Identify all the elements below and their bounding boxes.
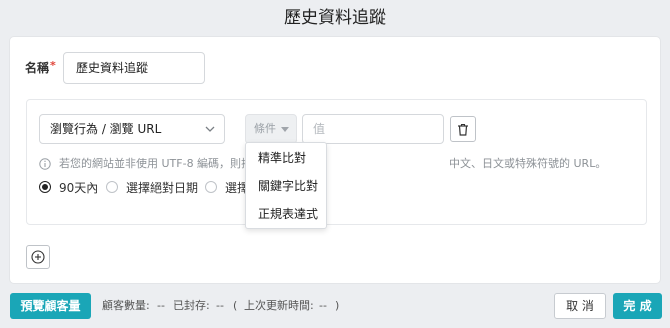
done-button[interactable]: 完 成 (613, 293, 662, 319)
sealed-value: -- (216, 299, 224, 312)
condition-type-select[interactable]: 瀏覽行為 / 瀏覽 URL (39, 114, 225, 144)
plus-circle-icon (31, 250, 45, 264)
radio-button[interactable] (205, 181, 217, 193)
trash-icon (458, 123, 468, 136)
condition-value-input[interactable]: 值 (302, 114, 444, 144)
radio-90-days[interactable]: 90天內 (39, 178, 98, 196)
sealed-label: 已封存: (173, 299, 210, 312)
dropdown-option-regex[interactable]: 正規表達式 (246, 200, 326, 228)
condition-operator-placeholder: 條件 (254, 122, 276, 135)
customer-count-label: 顧客數量: (102, 299, 150, 312)
name-label-text: 名稱 (25, 61, 50, 75)
condition-type-value: 瀏覽行為 / 瀏覽 URL (50, 122, 162, 136)
last-updated-value: -- (319, 299, 327, 312)
condition-group: 瀏覽行為 / 瀏覽 URL 條件 值 若您的網站並非使用 UTF-8 編碼，則揭 (26, 99, 647, 225)
caret-down-icon (281, 127, 289, 132)
radio-other[interactable]: 選擇 (205, 178, 249, 196)
last-updated-open: ( (233, 299, 238, 312)
condition-operator-select[interactable]: 條件 (245, 114, 297, 144)
last-updated-close: ) (335, 299, 340, 312)
hint-text-part1: 若您的網站並非使用 UTF-8 編碼，則揭 (59, 157, 253, 170)
cancel-button[interactable]: 取 消 (554, 293, 606, 319)
radio-button[interactable] (106, 181, 118, 193)
hint-text-part2: 中文、日文或特殊符號的 URL。 (449, 157, 607, 170)
radio-absolute-date[interactable]: 選擇絕對日期 (106, 178, 198, 196)
info-circle-icon (39, 158, 51, 170)
dropdown-option-exact[interactable]: 精準比對 (246, 144, 326, 172)
dialog-footer: 預覽顧客量 顧客數量: -- 已封存: -- ( 上次更新時間: -- ) 取 … (0, 284, 670, 328)
dialog-title: 歷史資料追蹤 (284, 8, 386, 28)
name-label: 名稱* (25, 59, 56, 76)
required-mark: * (50, 59, 56, 72)
condition-operator-dropdown: 精準比對 關鍵字比對 正規表達式 (245, 142, 327, 229)
radio-label: 90天內 (59, 180, 99, 195)
delete-condition-button[interactable] (450, 116, 476, 142)
add-condition-button[interactable] (26, 245, 50, 269)
date-range-radios: 90天內 選擇絕對日期 選擇 (39, 178, 639, 196)
customer-count-value: -- (157, 299, 165, 312)
encoding-hint: 若您的網站並非使用 UTF-8 編碼，則揭 中文、日文或特殊符號的 URL。 (39, 156, 639, 172)
dropdown-option-keyword[interactable]: 關鍵字比對 (246, 172, 326, 200)
form-card: 名稱* 歷史資料追蹤 瀏覽行為 / 瀏覽 URL 條件 值 若您的網站並非使用 … (9, 36, 661, 284)
radio-label: 選擇絕對日期 (126, 180, 199, 195)
chevron-down-icon (205, 126, 215, 132)
last-updated-label: 上次更新時間: (244, 299, 314, 312)
preview-customers-button[interactable]: 預覽顧客量 (10, 293, 91, 319)
name-input[interactable]: 歷史資料追蹤 (63, 52, 205, 84)
radio-button-checked[interactable] (39, 181, 51, 193)
